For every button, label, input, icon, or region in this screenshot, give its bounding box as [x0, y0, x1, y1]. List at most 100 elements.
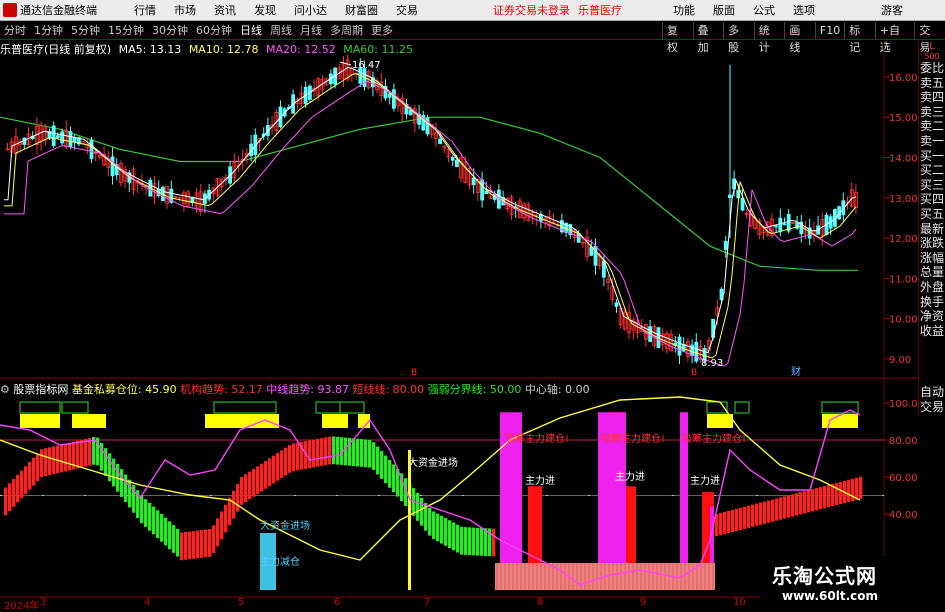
- momentum-bar: [759, 502, 763, 525]
- momentum-bar: [771, 499, 775, 522]
- momentum-bar: [268, 458, 272, 487]
- candle-body: [450, 156, 455, 161]
- annotation-main-in-2: 主力进: [615, 470, 645, 483]
- ind-tick-label: 40.00: [889, 510, 918, 521]
- momentum-bar: [208, 529, 212, 557]
- momentum-bar: [376, 446, 380, 475]
- signal-box: [315, 401, 341, 414]
- watermark-title: 乐淘公式网: [772, 564, 877, 588]
- momentum-bar: [472, 527, 476, 556]
- indicator-panel: [0, 396, 884, 590]
- candle-body: [391, 89, 396, 109]
- momentum-bar: [384, 455, 388, 484]
- date-month: 8: [537, 597, 544, 608]
- momentum-bar: [84, 438, 88, 467]
- watermark-url: www.60lt.com: [782, 589, 879, 603]
- momentum-bar: [188, 531, 192, 560]
- momentum-bar: [28, 462, 32, 490]
- momentum-bar: [751, 504, 755, 527]
- annotation-reduce: 主力减仓: [260, 555, 300, 568]
- indicator-gear-icon[interactable]: ⚙: [0, 383, 10, 396]
- momentum-bar: [464, 527, 468, 555]
- momentum-bar: [164, 517, 168, 546]
- momentum-bar: [240, 477, 244, 505]
- position-block: [72, 414, 106, 428]
- ind-tick-label: 80.00: [889, 436, 918, 447]
- momentum-bar: [388, 459, 392, 488]
- ma-lines: [4, 66, 857, 367]
- candle-body: [51, 125, 56, 146]
- price-axis: 16.00 15.00 14.00 13.00 12.00 11.00 10.00 9.00: [884, 73, 918, 366]
- momentum-bar: [308, 440, 312, 469]
- momentum-bar: [52, 446, 56, 475]
- momentum-bar: [292, 443, 296, 472]
- momentum-bar: [448, 520, 452, 549]
- candle-body: [471, 177, 476, 186]
- candlesticks: [5, 54, 858, 365]
- momentum-bar: [456, 524, 460, 553]
- momentum-bar: [484, 528, 488, 556]
- momentum-bar: [88, 437, 92, 466]
- momentum-bar: [16, 474, 20, 503]
- ma60-line: [0, 116, 858, 271]
- momentum-bar: [224, 504, 228, 533]
- momentum-bar: [344, 437, 348, 466]
- momentum-bar: [767, 500, 771, 523]
- momentum-bar: [380, 451, 384, 479]
- momentum-bar: [827, 484, 831, 508]
- candle-body: [72, 137, 77, 143]
- momentum-bar: [280, 450, 284, 479]
- momentum-bar: [12, 479, 16, 507]
- position-block: [822, 414, 858, 428]
- momentum-bar: [779, 497, 783, 520]
- kline-chart-canvas[interactable]: 16.0015.0014.0013.0012.0011.0010.009.00 …: [0, 0, 945, 609]
- ind-tick-label: 100.0: [889, 399, 918, 410]
- momentum-bar: [64, 443, 68, 472]
- candle-body: [723, 240, 728, 250]
- momentum-bar: [176, 528, 180, 557]
- momentum-bar: [272, 455, 276, 484]
- candle-body: [110, 156, 115, 177]
- momentum-bar: [476, 527, 480, 556]
- price-tick-label: 12.00: [889, 234, 918, 245]
- momentum-bar: [108, 453, 112, 482]
- momentum-bar: [436, 513, 440, 542]
- momentum-bar: [168, 521, 172, 550]
- annotation-build-2: 吸筹主力建仓!: [601, 432, 665, 445]
- candle-body: [438, 138, 443, 145]
- momentum-bar: [204, 529, 208, 558]
- momentum-bar: [747, 505, 751, 528]
- momentum-bar: [372, 442, 376, 470]
- momentum-bar: [356, 438, 360, 467]
- momentum-bar: [180, 532, 184, 561]
- momentum-bar: [360, 439, 364, 467]
- momentum-bar: [819, 487, 823, 510]
- momentum-bar: [324, 437, 328, 466]
- momentum-bar: [4, 487, 8, 516]
- candle-body: [614, 302, 619, 307]
- momentum-bar: [859, 476, 863, 499]
- momentum-bar: [432, 511, 436, 540]
- price-tick-label: 15.00: [889, 113, 918, 124]
- momentum-bar: [835, 482, 839, 506]
- inst-trend-value: 机构趋势: 52.17: [180, 383, 263, 396]
- date-axis: 2024年 3 4 5 6 7 8 9 10: [0, 597, 760, 612]
- momentum-bar: [264, 461, 268, 489]
- price-tick-label: 16.00: [889, 73, 918, 84]
- momentum-bar: [352, 438, 356, 467]
- momentum-bar: [144, 499, 148, 527]
- momentum-bar: [444, 518, 448, 546]
- candle-body: [454, 159, 459, 167]
- annotation-big-fund-1: 大资金进场: [408, 456, 458, 469]
- momentum-bar: [440, 515, 444, 544]
- indicator-name: 股票指标网: [13, 383, 69, 396]
- ma60-path: [0, 116, 858, 271]
- momentum-bar: [807, 490, 811, 513]
- momentum-bar: [428, 507, 432, 536]
- momentum-bar: [68, 442, 72, 471]
- price-tick-label: 10.00: [889, 315, 918, 326]
- low-price-label: 8.93: [701, 358, 723, 369]
- candle-body: [387, 93, 392, 98]
- signal-box: [734, 401, 750, 414]
- b-marker-2: B: [691, 368, 697, 378]
